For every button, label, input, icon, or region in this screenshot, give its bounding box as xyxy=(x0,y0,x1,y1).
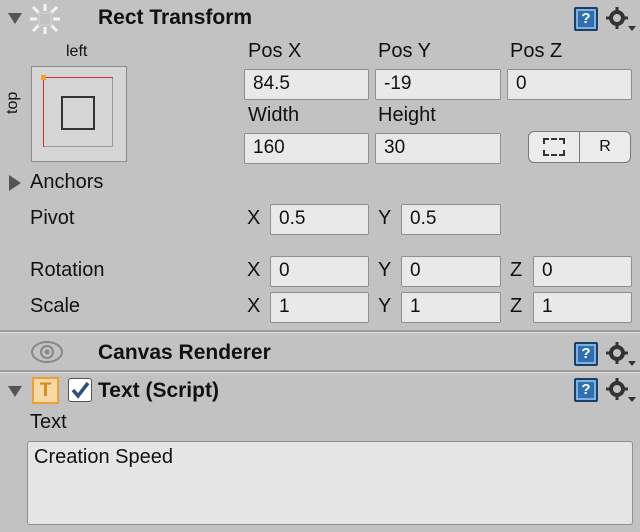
pos-y-field[interactable]: -19 xyxy=(375,69,501,100)
gear-icon[interactable] xyxy=(606,341,636,367)
height-label: Height xyxy=(378,104,436,126)
enabled-checkbox[interactable] xyxy=(68,378,92,402)
collapse-text-script-arrow[interactable] xyxy=(8,386,22,397)
blueprint-icon xyxy=(543,137,565,156)
rect-transform-icon xyxy=(30,4,60,34)
help-icon[interactable]: ? xyxy=(574,342,598,366)
raw-edit-button[interactable]: R xyxy=(579,131,631,163)
width-label: Width xyxy=(248,104,300,126)
rect-transform-title: Rect Transform xyxy=(98,6,253,29)
rotation-y-field[interactable]: 0 xyxy=(401,256,501,287)
pos-x-label: Pos X xyxy=(248,40,302,62)
component-divider xyxy=(0,370,640,373)
anchor-left-line xyxy=(43,77,44,147)
pivot-y-label: Y xyxy=(378,207,392,229)
anchors-foldout-arrow[interactable] xyxy=(9,175,21,191)
anchor-top-label: top xyxy=(4,91,21,114)
pos-z-field[interactable]: 0 xyxy=(507,69,632,100)
anchor-left-label: left xyxy=(66,43,88,60)
scale-y-field[interactable]: 1 xyxy=(401,292,501,323)
checkmark-icon xyxy=(71,381,90,399)
collapse-rect-transform-arrow[interactable] xyxy=(8,13,22,24)
text-script-title: Text (Script) xyxy=(98,379,219,402)
blueprint-mode-button[interactable] xyxy=(528,131,580,163)
rotation-label: Rotation xyxy=(30,259,105,281)
scale-z-label: Z xyxy=(510,295,523,317)
scale-x-field[interactable]: 1 xyxy=(270,292,369,323)
pivot-x-label: X xyxy=(247,207,261,229)
anchor-point xyxy=(41,75,46,80)
scale-y-label: Y xyxy=(378,295,392,317)
eye-icon xyxy=(31,341,63,363)
scale-z-field[interactable]: 1 xyxy=(533,292,632,323)
pos-y-label: Pos Y xyxy=(378,40,431,62)
text-field-label: Text xyxy=(30,411,67,433)
gear-icon[interactable] xyxy=(606,377,636,403)
text-content-area[interactable]: Creation Speed xyxy=(27,441,633,525)
canvas-renderer-title: Canvas Renderer xyxy=(98,341,271,364)
help-icon[interactable]: ? xyxy=(574,378,598,402)
anchor-rect xyxy=(61,96,95,130)
help-icon[interactable]: ? xyxy=(574,7,598,31)
pos-z-label: Pos Z xyxy=(510,40,563,62)
pivot-y-field[interactable]: 0.5 xyxy=(401,204,501,235)
width-field[interactable]: 160 xyxy=(244,133,369,164)
rotation-z-label: Z xyxy=(510,259,523,281)
rotation-z-field[interactable]: 0 xyxy=(533,256,632,287)
scale-label: Scale xyxy=(30,295,81,317)
rotation-x-field[interactable]: 0 xyxy=(270,256,369,287)
anchor-presets-button[interactable] xyxy=(31,66,127,162)
gear-icon[interactable] xyxy=(606,6,636,32)
rotation-x-label: X xyxy=(247,259,261,281)
scale-x-label: X xyxy=(247,295,261,317)
rotation-y-label: Y xyxy=(378,259,392,281)
text-component-icon: T xyxy=(32,377,59,404)
component-divider xyxy=(0,330,640,333)
anchor-top-line xyxy=(43,77,113,78)
pivot-x-field[interactable]: 0.5 xyxy=(270,204,369,235)
pivot-label: Pivot xyxy=(30,207,75,229)
pos-x-field[interactable]: 84.5 xyxy=(244,69,369,100)
anchors-label[interactable]: Anchors xyxy=(30,171,103,194)
height-field[interactable]: 30 xyxy=(375,133,501,164)
